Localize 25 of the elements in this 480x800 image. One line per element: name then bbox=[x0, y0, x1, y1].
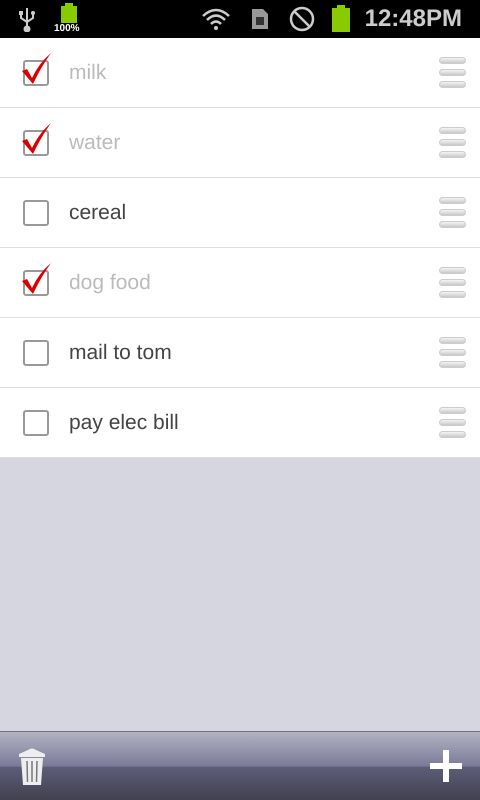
checkbox[interactable] bbox=[19, 120, 53, 156]
item-label: dog food bbox=[69, 270, 152, 296]
usb-icon bbox=[18, 6, 36, 32]
drag-handle-icon[interactable] bbox=[439, 337, 466, 368]
sim-card-icon bbox=[250, 8, 269, 30]
checkbox[interactable] bbox=[19, 50, 53, 86]
item-label: cereal bbox=[69, 200, 128, 226]
drag-handle-icon[interactable] bbox=[439, 267, 466, 298]
battery-percent: 100% bbox=[54, 24, 80, 34]
item-label: milk bbox=[69, 60, 108, 86]
item-label: pay elec bill bbox=[69, 410, 180, 436]
battery-icon bbox=[60, 3, 78, 23]
battery-icon bbox=[330, 5, 351, 33]
clock-time: 12:48PM bbox=[364, 4, 462, 34]
add-icon[interactable] bbox=[430, 750, 462, 782]
checkbox[interactable] bbox=[19, 260, 53, 296]
drag-handle-icon[interactable] bbox=[439, 57, 466, 88]
drag-handle-icon[interactable] bbox=[439, 407, 466, 438]
blocked-icon bbox=[288, 6, 315, 32]
item-label: mail to tom bbox=[69, 340, 173, 366]
drag-handle-icon[interactable] bbox=[439, 197, 466, 228]
item-label: water bbox=[69, 130, 122, 156]
trash-icon[interactable] bbox=[18, 747, 46, 785]
wifi-icon bbox=[200, 7, 231, 31]
drag-handle-icon[interactable] bbox=[439, 127, 466, 158]
